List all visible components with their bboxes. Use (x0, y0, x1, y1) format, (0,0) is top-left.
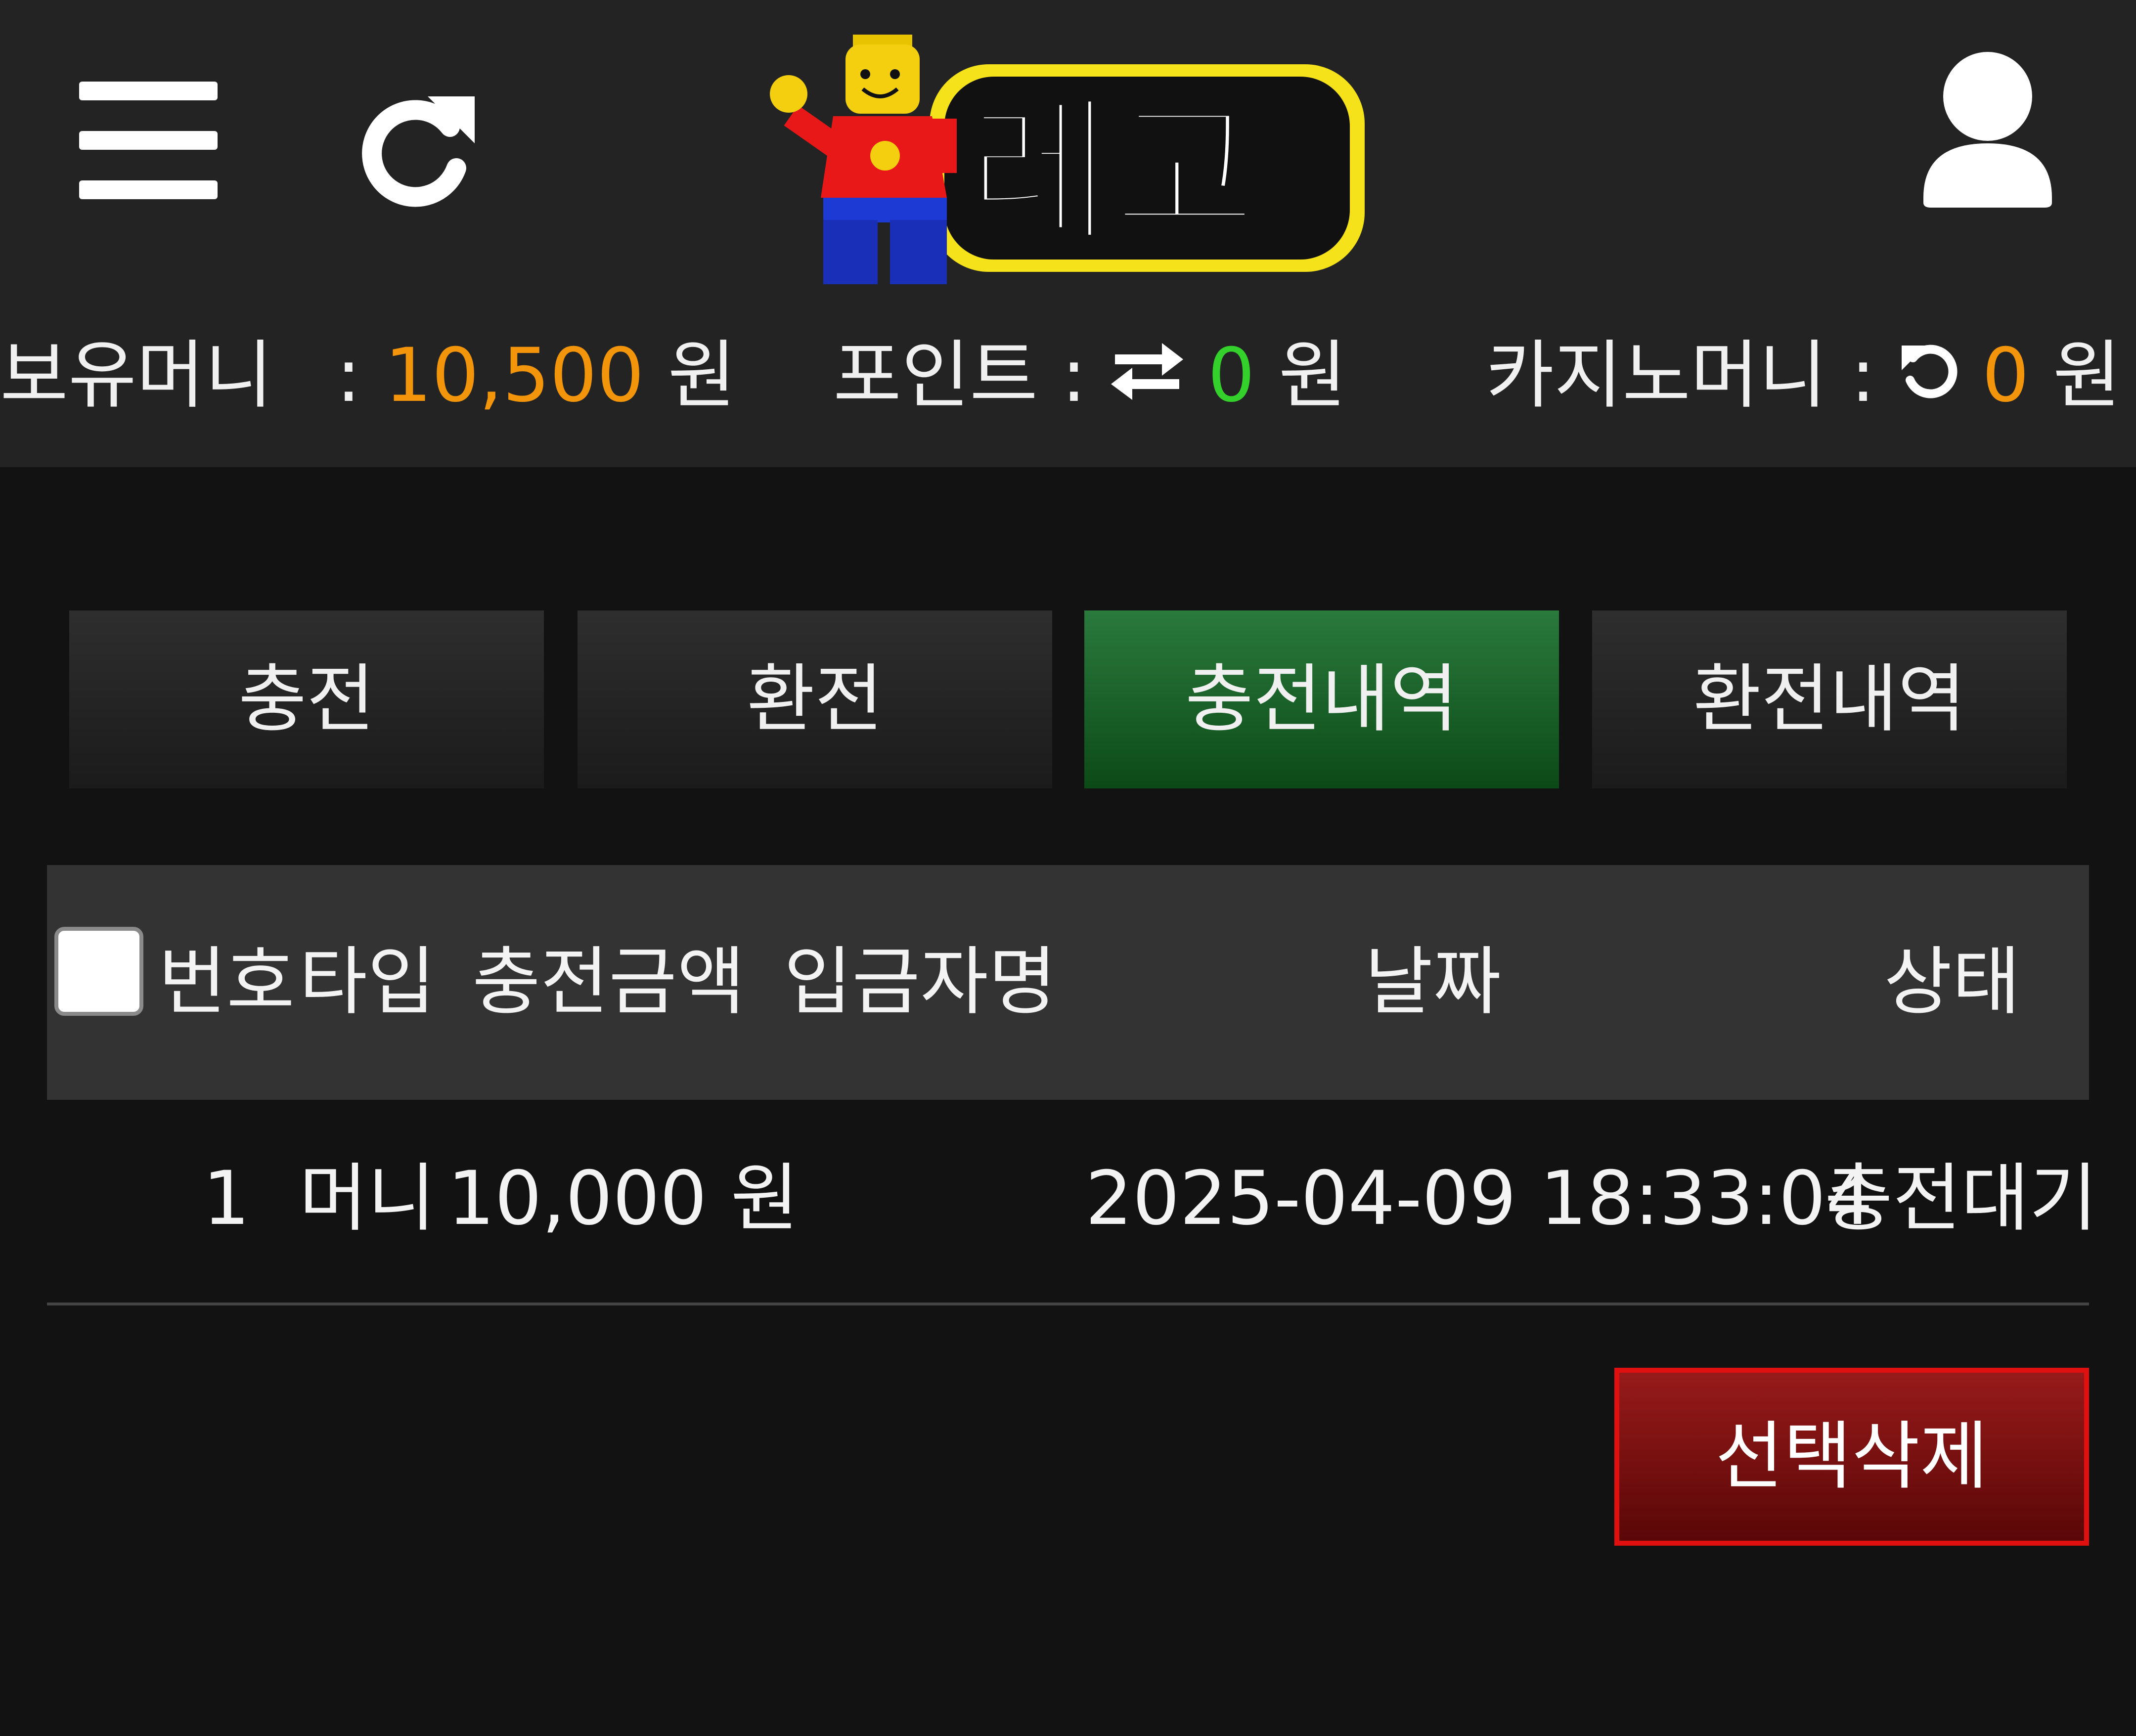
column-date: 날짜 (1365, 939, 1502, 1025)
column-charge-amount: 충전금액 (472, 939, 746, 1025)
logo-text: 레고 (967, 81, 1258, 265)
point-value: 0 (1207, 333, 1255, 419)
point-unit: 원 (1278, 333, 1347, 419)
money-value: 10,500 (384, 333, 644, 419)
counterclockwise-refresh-icon[interactable] (1899, 310, 1958, 439)
tab-charge[interactable]: 충전 (69, 610, 544, 788)
column-type: 타입 (299, 939, 436, 1025)
balance-point: 포인트 : 0 원 (833, 311, 1347, 445)
delete-selected-button[interactable]: 선택삭제 (1614, 1368, 2089, 1546)
user-profile-icon[interactable] (1918, 49, 2057, 208)
tab-bar: 충전 환전 충전내역 환전내역 (69, 610, 2067, 788)
page: 레고 보유머니: 10,500 원 포인트: 0 원 카지노머니: 0 원… (0, 0, 2136, 1736)
balance-casino: 카지노머니 : 0 원 (1486, 311, 2121, 445)
column-depositor: 입금자명 (784, 939, 1057, 1025)
refresh-icon[interactable] (354, 87, 482, 210)
transfer-arrows-icon[interactable] (1110, 310, 1184, 439)
row-status: 충전대기 (1824, 1156, 2098, 1242)
casino-label: 카지노머니 : (1486, 333, 1876, 419)
tab-charge-history[interactable]: 충전내역 (1084, 610, 1559, 788)
row-number: 1 (203, 1156, 250, 1242)
hamburger-menu-icon[interactable] (79, 79, 218, 203)
row-date: 2025-04-09 18:33:04 (1085, 1156, 1873, 1242)
money-colon: : (336, 333, 361, 419)
top-header: 레고 보유머니: 10,500 원 포인트: 0 원 카지노머니: 0 원 (0, 0, 2136, 467)
table-header: 번호 타입 충전금액 입금자명 날짜 상태 (47, 865, 2089, 1100)
balance-money: 보유머니 : 10,500 원 (0, 311, 736, 440)
row-amount: 10,000 원 (447, 1156, 799, 1242)
point-label: 포인트 : (833, 333, 1087, 419)
casino-unit: 원 (2052, 333, 2121, 419)
table-row[interactable]: 1 머니 10,000 원 2025-04-09 18:33:04 충전대기 (47, 1115, 2097, 1305)
casino-value: 0 (1982, 333, 2030, 419)
row-type: 머니 (299, 1156, 436, 1242)
money-label: 보유머니 (0, 333, 273, 419)
column-number: 번호 (158, 939, 295, 1025)
select-all-checkbox[interactable] (54, 927, 143, 1016)
money-unit: 원 (668, 333, 736, 419)
tab-exchange-history[interactable]: 환전내역 (1592, 610, 2067, 788)
balance-row: 보유머니 : 10,500 원 포인트 : 0 원 카지노머니: 0 원 (0, 311, 2136, 440)
tab-exchange[interactable]: 환전 (578, 610, 1052, 788)
column-status: 상태 (1884, 939, 2021, 1025)
site-logo[interactable]: 레고 (764, 30, 1372, 287)
